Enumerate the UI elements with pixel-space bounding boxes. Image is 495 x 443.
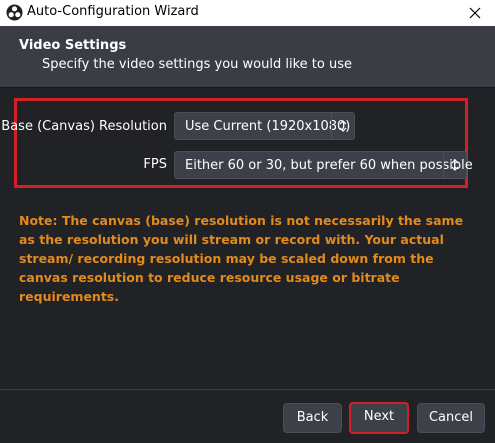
header-divider: [0, 87, 495, 88]
resolution-note: Note: The canvas (base) resolution is no…: [19, 213, 464, 304]
back-button[interactable]: Back: [283, 403, 342, 433]
close-icon: [469, 7, 481, 19]
cancel-button[interactable]: Cancel: [417, 403, 485, 433]
window-title: Auto-Configuration Wizard: [27, 4, 199, 19]
page-subtitle: Specify the video settings you would lik…: [42, 57, 352, 72]
fps-label: FPS: [143, 157, 167, 172]
fps-select-value: Either 60 or 30, but prefer 60 when poss…: [185, 158, 473, 173]
resolution-spinner[interactable]: [331, 113, 354, 139]
close-button[interactable]: [455, 0, 495, 26]
resolution-select-value: Use Current (1920x1080): [185, 119, 351, 134]
up-down-chevron-icon: [451, 159, 459, 171]
fps-spinner[interactable]: [443, 152, 466, 178]
wizard-header: Video Settings Specify the video setting…: [0, 26, 495, 87]
fps-select[interactable]: Either 60 or 30, but prefer 60 when poss…: [174, 151, 473, 179]
resolution-label: Base (Canvas) Resolution: [1, 119, 167, 134]
footer-divider: [0, 389, 495, 390]
obs-logo-icon: [6, 4, 23, 21]
page-title: Video Settings: [19, 38, 127, 53]
resolution-select[interactable]: Use Current (1920x1080): [174, 112, 355, 140]
up-down-chevron-icon: [339, 120, 347, 132]
next-button[interactable]: Next: [349, 402, 409, 434]
title-bar: Auto-Configuration Wizard: [0, 0, 495, 26]
